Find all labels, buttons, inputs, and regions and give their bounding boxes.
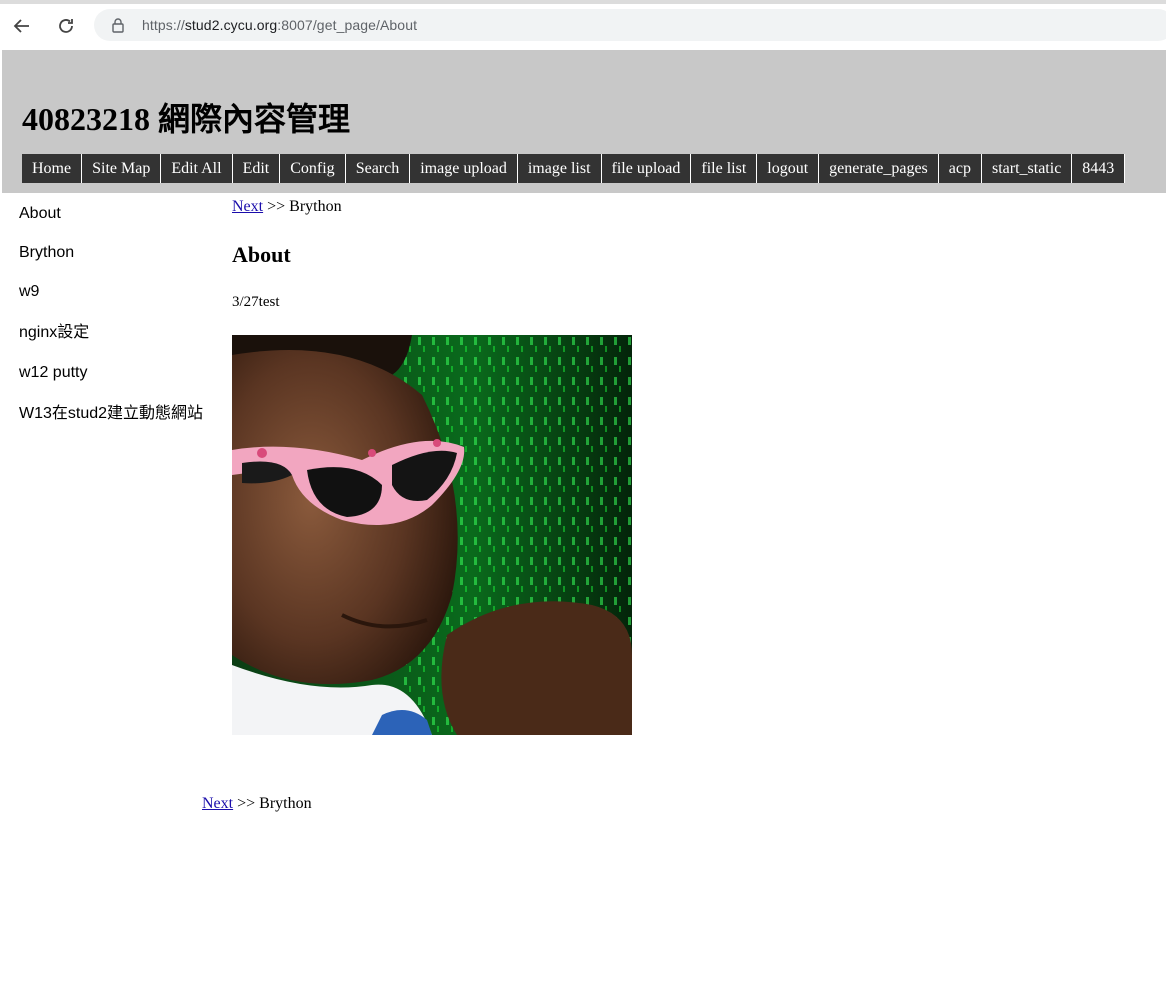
sidebar-item[interactable]: w12 putty <box>19 362 87 384</box>
menu-item-home[interactable]: Home <box>22 154 83 183</box>
menu-item-image-list[interactable]: image list <box>517 154 602 183</box>
menu-item-start-static[interactable]: start_static <box>981 154 1073 183</box>
next-link[interactable]: Next <box>232 198 263 215</box>
menu-item-file-list[interactable]: file list <box>691 154 758 183</box>
reload-button[interactable] <box>52 12 80 40</box>
menu-item-image-upload[interactable]: image upload <box>410 154 518 183</box>
url-scheme: https:// <box>142 17 185 33</box>
url-host: stud2.cycu.org <box>184 17 278 33</box>
url-text: https://stud2.cycu.org:8007/get_page/Abo… <box>142 17 417 33</box>
menu-item-generate-pages[interactable]: generate_pages <box>819 154 939 183</box>
menu-item-search[interactable]: Search <box>345 154 411 183</box>
menu-item-acp[interactable]: acp <box>938 154 982 183</box>
sidebar-item[interactable]: W13在stud2建立動態網站 <box>19 403 203 425</box>
menu-item-file-upload[interactable]: file upload <box>601 154 692 183</box>
url-path: :8007/get_page/About <box>277 17 418 33</box>
breadcrumb-bottom: Next >> Brython <box>202 795 312 813</box>
sidebar-item[interactable]: w9 <box>19 281 39 303</box>
menu-item-8443[interactable]: 8443 <box>1072 154 1126 183</box>
sidebar-item[interactable]: Brython <box>19 242 74 264</box>
menu-item-site-map[interactable]: Site Map <box>82 154 162 183</box>
site-header: 40823218 網際內容管理 Home Site Map Edit All Edit… <box>2 50 1166 193</box>
menu-item-edit-all[interactable]: Edit All <box>161 154 233 183</box>
next-link-bottom[interactable]: Next <box>202 795 233 812</box>
menu-item-config[interactable]: Config <box>280 154 346 183</box>
sidebar-item[interactable]: nginx設定 <box>19 322 89 344</box>
arrow-left-icon <box>13 19 29 33</box>
breadcrumb-top: Next >> Brython <box>232 198 342 216</box>
back-button[interactable] <box>8 12 36 40</box>
page-title: About <box>232 242 291 267</box>
site-title: 40823218 網際內容管理 <box>22 101 351 137</box>
body-text: 3/27test <box>232 294 280 310</box>
browser-toolbar: https://stud2.cycu.org:8007/get_page/Abo… <box>0 0 1166 44</box>
reload-icon <box>59 19 73 33</box>
address-bar[interactable]: https://stud2.cycu.org:8007/get_page/Abo… <box>94 9 1166 41</box>
content-image <box>232 335 632 735</box>
photo-illustration <box>232 335 632 735</box>
menu-item-logout[interactable]: logout <box>757 154 820 183</box>
menu-item-edit[interactable]: Edit <box>232 154 281 183</box>
breadcrumb-text-bottom: >> Brython <box>233 795 312 812</box>
breadcrumb-text: >> Brython <box>263 198 342 215</box>
lock-icon <box>112 18 124 33</box>
main-menu: Home Site Map Edit All Edit Config Search imag… <box>22 154 1126 183</box>
sidebar-item[interactable]: About <box>19 203 61 225</box>
